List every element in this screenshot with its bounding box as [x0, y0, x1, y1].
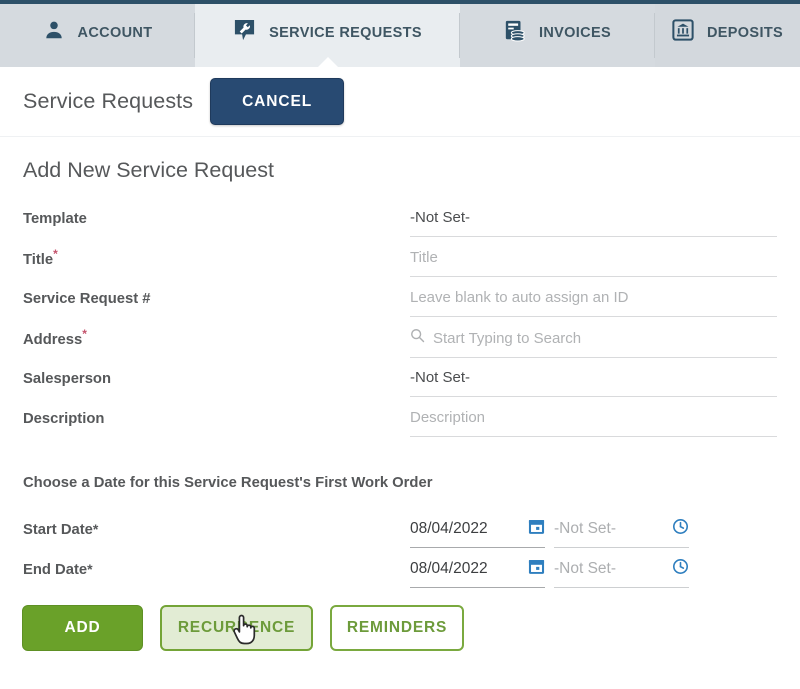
field-label-title: Title*: [0, 248, 410, 271]
title-placeholder: Title: [410, 248, 438, 267]
required-marker: *: [93, 521, 98, 537]
end-date-value: 08/04/2022: [410, 560, 488, 578]
page-header: Service Requests CANCEL: [0, 67, 800, 136]
description-input[interactable]: Description: [410, 408, 777, 437]
description-placeholder: Description: [410, 408, 485, 427]
tab-invoices-label: INVOICES: [539, 25, 611, 41]
recurrence-button[interactable]: RECURRENCE: [160, 605, 313, 651]
field-label-description: Description: [0, 408, 410, 430]
tab-divider: [194, 13, 195, 58]
invoice-coins-icon: [504, 19, 526, 47]
start-date-input[interactable]: 08/04/2022: [410, 518, 545, 548]
form-title: Add New Service Request: [23, 158, 274, 183]
template-select[interactable]: -Not Set-: [410, 208, 777, 237]
form-row-description: Description Description: [0, 408, 800, 448]
tab-service-requests[interactable]: SERVICE REQUESTS: [195, 4, 460, 67]
tab-account-label: ACCOUNT: [78, 25, 153, 41]
address-search-input[interactable]: Start Typing to Search: [410, 328, 777, 358]
salesperson-select[interactable]: -Not Set-: [410, 368, 777, 397]
cancel-button[interactable]: CANCEL: [210, 78, 344, 125]
start-time-input[interactable]: -Not Set-: [554, 518, 689, 548]
main-tab-bar: ACCOUNT SERVICE REQUESTS INVOICES: [0, 4, 800, 67]
address-placeholder: Start Typing to Search: [433, 329, 581, 348]
tab-divider: [654, 13, 655, 58]
form-row-service-request-number: Service Request # Leave blank to auto as…: [0, 288, 800, 328]
end-date-input[interactable]: 08/04/2022: [410, 558, 545, 588]
action-button-row: ADD RECURRENCE REMINDERS: [22, 605, 464, 651]
add-button[interactable]: ADD: [22, 605, 143, 651]
field-label-address: Address*: [0, 328, 410, 351]
end-time-input[interactable]: -Not Set-: [554, 558, 689, 588]
required-marker: *: [53, 247, 58, 261]
wrench-bubble-icon: [233, 18, 256, 47]
required-marker: *: [82, 327, 87, 341]
service-request-number-input[interactable]: Leave blank to auto assign an ID: [410, 288, 777, 317]
tab-invoices[interactable]: INVOICES: [460, 4, 655, 67]
required-marker: *: [87, 561, 92, 577]
form-row-title: Title* Title: [0, 248, 800, 288]
person-icon: [43, 19, 65, 46]
field-label-end-date: End Date*: [0, 558, 410, 581]
tab-deposits[interactable]: DEPOSITS: [655, 4, 800, 67]
tab-divider: [459, 13, 460, 58]
clock-icon[interactable]: [672, 518, 689, 540]
start-time-value: -Not Set-: [554, 520, 616, 538]
form-row-address: Address* Start Typing to Search: [0, 328, 800, 368]
form-row-start-date: Start Date* 08/04/2022 -Not Set-: [0, 518, 800, 548]
template-value: -Not Set-: [410, 208, 470, 227]
start-date-value: 08/04/2022: [410, 520, 488, 538]
calendar-icon[interactable]: [528, 518, 545, 540]
clock-icon[interactable]: [672, 558, 689, 580]
header-divider: [0, 136, 800, 137]
reminders-button[interactable]: REMINDERS: [330, 605, 464, 651]
field-label-start-date: Start Date*: [0, 518, 410, 541]
end-time-value: -Not Set-: [554, 560, 616, 578]
field-label-service-request-number: Service Request #: [0, 288, 410, 310]
calendar-icon[interactable]: [528, 558, 545, 580]
title-input[interactable]: Title: [410, 248, 777, 277]
field-label-template: Template: [0, 208, 410, 230]
search-icon: [410, 328, 425, 348]
form-row-salesperson: Salesperson -Not Set-: [0, 368, 800, 408]
tab-deposits-label: DEPOSITS: [707, 25, 783, 41]
service-request-number-placeholder: Leave blank to auto assign an ID: [410, 288, 628, 307]
page-title: Service Requests: [23, 89, 193, 114]
bank-icon: [672, 19, 694, 46]
form-row-template: Template -Not Set-: [0, 208, 800, 248]
field-label-salesperson: Salesperson: [0, 368, 410, 390]
salesperson-value: -Not Set-: [410, 368, 470, 387]
tab-account[interactable]: ACCOUNT: [0, 4, 195, 67]
form-row-end-date: End Date* 08/04/2022 -Not Set-: [0, 558, 800, 588]
tab-service-requests-label: SERVICE REQUESTS: [269, 25, 422, 41]
date-section-title: Choose a Date for this Service Request's…: [23, 475, 432, 491]
